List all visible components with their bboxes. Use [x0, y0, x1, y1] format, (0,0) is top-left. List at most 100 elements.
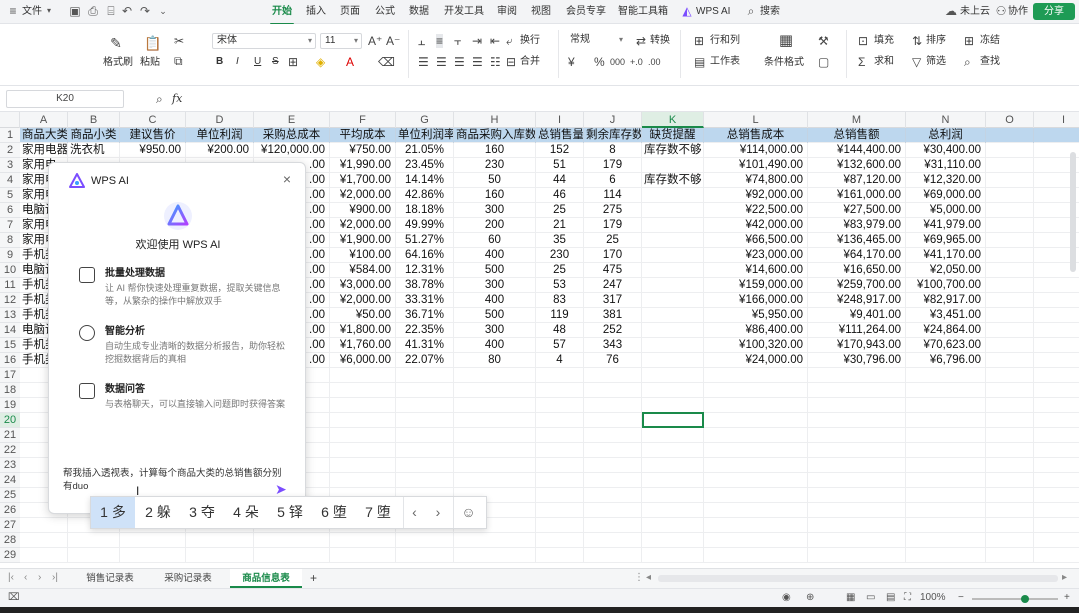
row-header-1[interactable]: 1 [0, 128, 20, 143]
row-header-10[interactable]: 10 [0, 263, 20, 278]
save-icon[interactable]: ▣ [68, 4, 82, 18]
ime-candidate[interactable]: 6 堕 [313, 497, 355, 528]
empty-cell[interactable] [330, 368, 396, 383]
sheet-tab-sales[interactable]: 销售记录表 [74, 569, 146, 588]
empty-cell[interactable] [254, 533, 330, 548]
empty-cell[interactable] [330, 398, 396, 413]
table-cell[interactable]: 49.99% [396, 218, 454, 233]
header-cell[interactable]: 平均成本 [330, 128, 396, 143]
table-cell[interactable]: ¥100.00 [330, 248, 396, 263]
font-grow-icon[interactable]: A⁺ [368, 34, 382, 48]
bold-button[interactable]: B [216, 55, 223, 69]
empty-cell[interactable] [906, 383, 986, 398]
header-cell[interactable]: 商品大类 [20, 128, 68, 143]
empty-cell[interactable] [642, 458, 704, 473]
cloud-status[interactable]: 未上云 [960, 4, 990, 20]
table-cell[interactable]: ¥74,800.00 [704, 173, 808, 188]
row-header-24[interactable]: 24 [0, 473, 20, 488]
table-cell[interactable]: ¥144,400.00 [808, 143, 906, 158]
empty-row[interactable] [20, 533, 1079, 548]
table-cell[interactable]: ¥64,170.00 [808, 248, 906, 263]
row-header-2[interactable]: 2 [0, 143, 20, 158]
table-cell[interactable]: 300 [454, 278, 536, 293]
header-cell[interactable]: 商品采购入库数 [454, 128, 536, 143]
empty-cell[interactable] [808, 368, 906, 383]
table-cell[interactable]: 25 [536, 263, 584, 278]
column-header-N[interactable]: N [906, 112, 986, 128]
header-cell[interactable]: 建议售价 [120, 128, 186, 143]
empty-cell[interactable] [20, 533, 68, 548]
table-cell[interactable]: 46 [536, 188, 584, 203]
table-cell[interactable]: 23.45% [396, 158, 454, 173]
table-cell[interactable]: ¥30,796.00 [808, 353, 906, 368]
table-cell[interactable]: 22.07% [396, 353, 454, 368]
merge-button[interactable]: 合并 [520, 55, 540, 69]
empty-cell[interactable] [536, 518, 584, 533]
row-header-26[interactable]: 26 [0, 503, 20, 518]
table-cell[interactable]: 160 [454, 188, 536, 203]
font-color-icon[interactable]: A [346, 55, 354, 69]
row-header-13[interactable]: 13 [0, 308, 20, 323]
table-cell[interactable]: 25 [584, 233, 642, 248]
zoom-slider-thumb[interactable] [1021, 595, 1029, 603]
share-button[interactable]: 分享 [1033, 3, 1075, 20]
table-cell[interactable]: 400 [454, 293, 536, 308]
table-cell[interactable]: 300 [454, 203, 536, 218]
justify-icon[interactable]: ☰ [472, 55, 483, 69]
table-cell[interactable] [642, 353, 704, 368]
ime-candidate[interactable]: 1 多 [91, 497, 135, 528]
table-cell[interactable]: ¥100,320.00 [704, 338, 808, 353]
empty-cell[interactable] [986, 203, 1034, 218]
table-cell[interactable]: ¥69,000.00 [906, 188, 986, 203]
empty-cell[interactable] [906, 518, 986, 533]
empty-cell[interactable] [1034, 323, 1079, 338]
name-box[interactable]: K20 [6, 90, 124, 108]
table-cell[interactable]: 53 [536, 278, 584, 293]
column-header-A[interactable]: A [20, 112, 68, 128]
zoom-out-icon[interactable]: − [958, 591, 964, 605]
cell-style-icon[interactable]: ⚒ [818, 34, 829, 48]
empty-cell[interactable] [704, 398, 808, 413]
table-cell[interactable] [642, 233, 704, 248]
empty-cell[interactable] [1034, 518, 1079, 533]
table-cell[interactable] [642, 158, 704, 173]
empty-cell[interactable] [1034, 293, 1079, 308]
ime-candidate[interactable]: 3 夺 [181, 497, 223, 528]
table-cell[interactable]: ¥16,650.00 [808, 263, 906, 278]
empty-cell[interactable] [584, 503, 642, 518]
row-header-14[interactable]: 14 [0, 323, 20, 338]
empty-cell[interactable] [396, 533, 454, 548]
last-sheet-icon[interactable]: ›| [52, 571, 58, 585]
empty-cell[interactable] [986, 128, 1034, 143]
table-cell[interactable]: ¥6,000.00 [330, 353, 396, 368]
empty-cell[interactable] [536, 473, 584, 488]
empty-cell[interactable] [986, 308, 1034, 323]
undo-icon[interactable]: ↶ [120, 4, 134, 18]
row-header-29[interactable]: 29 [0, 548, 20, 563]
ime-next-icon[interactable]: › [427, 497, 449, 528]
row-header-20[interactable]: 20 [0, 413, 20, 428]
empty-cell[interactable] [986, 548, 1034, 563]
empty-cell[interactable] [808, 488, 906, 503]
empty-cell[interactable] [584, 548, 642, 563]
copy-icon[interactable]: ⧉ [174, 54, 183, 68]
row-header-22[interactable]: 22 [0, 443, 20, 458]
more-sheets-icon[interactable]: ⋮ [634, 571, 644, 585]
empty-cell[interactable] [986, 158, 1034, 173]
empty-cell[interactable] [986, 443, 1034, 458]
table-cell[interactable]: ¥5,000.00 [906, 203, 986, 218]
empty-cell[interactable] [1034, 473, 1079, 488]
table-cell[interactable] [642, 323, 704, 338]
page-layout-view-icon[interactable]: ▭ [866, 591, 875, 605]
table-cell[interactable]: 247 [584, 278, 642, 293]
empty-cell[interactable] [396, 413, 454, 428]
fullscreen-icon[interactable]: ⛶ [904, 591, 911, 605]
ime-candidate[interactable]: 4 朵 [225, 497, 267, 528]
select-all-corner[interactable] [0, 112, 20, 128]
font-shrink-icon[interactable]: A⁻ [386, 34, 400, 48]
tab-insert[interactable]: 插入 [306, 4, 326, 20]
row-header-15[interactable]: 15 [0, 338, 20, 353]
empty-cell[interactable] [986, 458, 1034, 473]
table-cell[interactable]: 25 [536, 203, 584, 218]
empty-cell[interactable] [584, 473, 642, 488]
